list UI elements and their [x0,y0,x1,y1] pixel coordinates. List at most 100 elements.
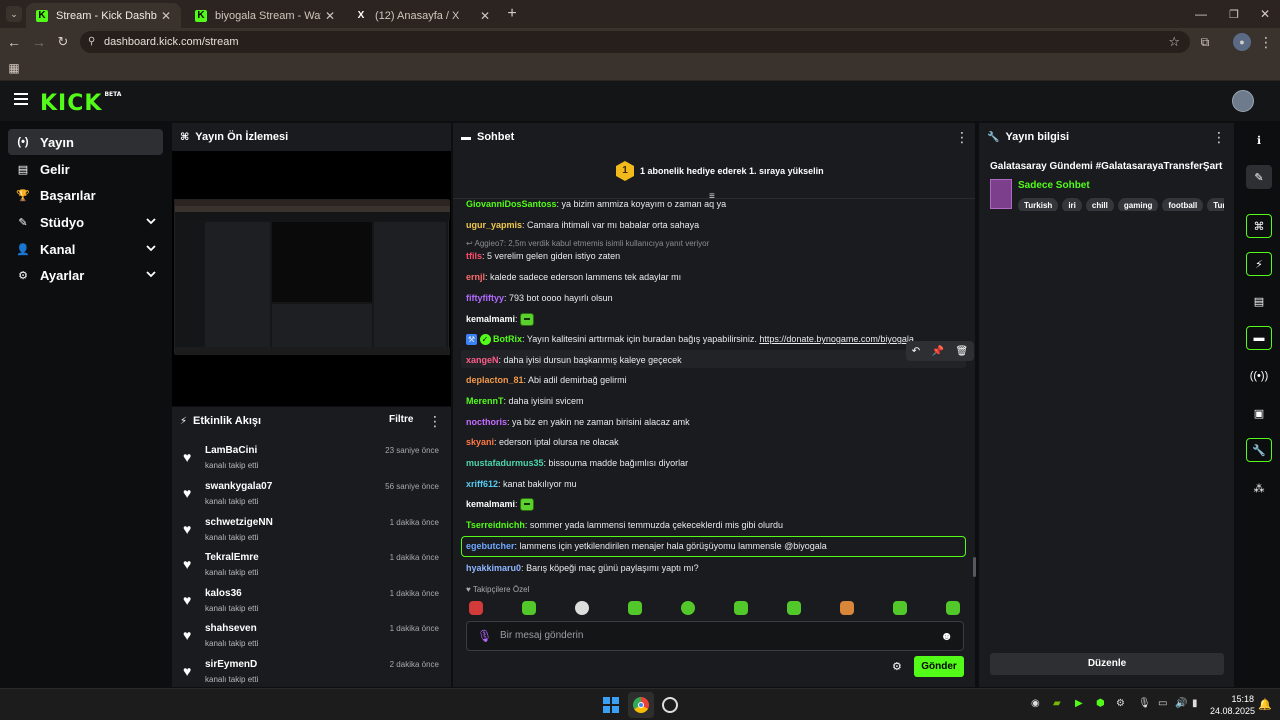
category-name[interactable]: Sadece Sohbet [1018,180,1090,191]
chat-message[interactable]: Tserreidnichh: sommer yada lammensi temm… [466,518,783,532]
emote-icon[interactable] [520,313,535,327]
close-window-icon[interactable]: ✕ [1256,6,1274,22]
shield-tray-icon[interactable]: ⬢ [1096,698,1105,709]
emote-icon[interactable] [628,601,642,615]
pin-icon[interactable]: 📌 [932,346,944,357]
tag-chip[interactable]: chill [1085,198,1114,211]
chat-username[interactable]: ugur_yapmis [466,220,522,230]
chat-message[interactable]: ernjl: kalede sadece ederson lammens tek… [466,270,681,284]
chat-toggle-icon[interactable]: ▬ [1246,326,1272,350]
tag-chip[interactable]: iri [1062,198,1082,211]
emoji-picker-icon[interactable]: ☻ [940,629,953,643]
emote-icon[interactable] [840,601,854,615]
restore-icon[interactable]: ❐ [1225,6,1243,22]
chat-message[interactable]: nocthoris: ya biz en yakin ne zaman biri… [466,415,690,429]
tray-app-icon[interactable]: ◉ [1031,698,1040,709]
emote-icon[interactable] [893,601,907,615]
chat-username[interactable]: nocthoris [466,417,507,427]
chat-username[interactable]: GiovanniDosSantoss [466,199,557,209]
chat-username[interactable]: ernjl [466,272,485,282]
chat-username[interactable]: MerennT [466,396,504,406]
volume-icon[interactable]: 🔊 [1175,698,1187,709]
info-icon[interactable]: ℹ [1246,128,1272,152]
emote-icon[interactable] [520,498,535,512]
bookmark-star-icon[interactable]: ☆ [1168,31,1180,53]
user-avatar[interactable] [1232,90,1254,112]
clock[interactable]: 15:18 24.08.2025 [1210,693,1255,717]
microphone-tray-icon[interactable]: 🎙 [1138,698,1151,709]
tag-chip[interactable]: football [1162,198,1204,211]
reply-icon[interactable]: ↶ [912,346,920,357]
chat-message[interactable]: fiftyfiftyy: 793 bot oooo hayırlı olsun [466,291,613,305]
hamburger-menu-icon[interactable] [14,93,28,105]
apps-grid-icon[interactable]: ▦ [7,61,21,75]
chat-message[interactable]: xangeN: daha iyisi dursun başkanmış kale… [466,353,682,367]
chat-username[interactable]: fiftyfiftyy [466,293,504,303]
battery-icon[interactable]: ▮ [1192,698,1198,709]
tab-kick-dashboard[interactable]: K Stream - Kick Dashboard ✕ [26,3,181,28]
activity-event[interactable]: ♥ shahseven kanalı takip etti 1 dakika ö… [172,619,449,655]
chat-message[interactable]: kemalmami: [466,497,535,512]
kick-tray-icon[interactable]: ▶ [1075,698,1083,709]
emote-icon[interactable] [522,601,536,615]
sidebar-item-kanal[interactable]: 👤 Kanal [8,236,163,262]
notification-bell-icon[interactable]: 🔔 [1258,698,1272,711]
sidebar-item-gelir[interactable]: ▤ Gelir [8,156,163,182]
stream-info-toggle-icon[interactable]: 🔧 [1246,438,1272,462]
start-button-icon[interactable] [603,697,619,713]
gift-banner[interactable]: 1 1 abonelik hediye ederek 1. sıraya yük… [453,151,975,202]
sidebar-item-yayin[interactable]: (•) Yayın [8,129,163,155]
forward-icon[interactable]: → [31,34,47,50]
preview-toggle-icon[interactable]: ⌘ [1246,214,1272,238]
activity-event[interactable]: ♥ schwetzigeNN kanalı takip etti 1 dakik… [172,513,449,549]
filter-button[interactable]: Filtre [389,414,413,425]
nvidia-tray-icon[interactable]: ▰ [1053,698,1061,709]
delete-icon[interactable]: 🗑 [956,346,969,357]
category-thumbnail[interactable] [990,179,1012,209]
profile-avatar-icon[interactable]: ● [1233,33,1251,51]
chat-username[interactable]: mustafadurmus35 [466,458,544,468]
obs-taskbar-icon[interactable] [662,697,678,713]
reload-icon[interactable]: ↻ [55,34,71,50]
activity-event[interactable]: ♥ kalos36 kanalı takip etti 1 dakika önc… [172,584,449,620]
chat-username[interactable]: BotRix [493,334,522,344]
chat-username[interactable]: hyakkimaru0 [466,563,521,573]
browser-menu-icon[interactable]: ⋮ [1259,34,1273,50]
activity-event[interactable]: ♥ sirEymenD kanalı takip etti 2 dakika ö… [172,655,449,691]
close-tab-icon[interactable]: ✕ [476,9,494,23]
tab-biyogala-stream[interactable]: K biyogala Stream - Watch Live o ✕ [185,3,345,28]
chat-menu-icon[interactable]: ⋮ [955,129,969,145]
emote-icon[interactable] [469,601,483,615]
stream-preview-player[interactable] [172,151,451,406]
chat-username[interactable]: deplacton_81 [466,375,524,385]
chat-username[interactable]: skyani [466,437,494,447]
close-tab-icon[interactable]: ✕ [321,9,339,23]
tab-x-home[interactable]: X (12) Anasayfa / X ✕ [345,3,500,28]
chat-message[interactable]: kemalmami: [466,312,535,327]
kick-logo[interactable]: KICK BETA [40,91,121,116]
back-icon[interactable]: ← [6,34,22,50]
sidebar-item-ayarlar[interactable]: ⚙ Ayarlar [8,262,163,288]
chat-username[interactable]: Tserreidnichh [466,520,525,530]
emote-icon[interactable] [787,601,801,615]
layout-icon[interactable]: ▣ [1246,401,1272,425]
close-tab-icon[interactable]: ✕ [157,9,175,23]
chat-message[interactable]: tfils: 5 verelim gelen giden istiyo zate… [466,249,620,263]
sidebar-item-studyo[interactable]: ✎ Stüdyo [8,209,163,235]
new-tab-icon[interactable]: + [504,5,520,22]
chat-username[interactable]: xangeN [466,355,499,365]
chat-message[interactable]: xriff612: kanat bakılıyor mu [466,477,577,491]
emote-icon[interactable] [734,601,748,615]
chat-message-bot[interactable]: ⚒ ✓ BotRix: Yayın kalitesini arttırmak i… [466,332,914,346]
more-widgets-icon[interactable]: ⁂ [1246,476,1272,500]
site-info-icon[interactable]: ⚲ [88,31,95,53]
notes-icon[interactable]: ▤ [1246,289,1272,313]
sidebar-item-basarilar[interactable]: 🏆 Başarılar [8,182,163,208]
chat-message[interactable]: MerennT: daha iyisini svicem [466,394,584,408]
steam-tray-icon[interactable]: ⚙ [1116,698,1125,709]
chat-message[interactable]: ugur_yapmis: Camara ihtimali var mı baba… [466,218,699,232]
address-bar[interactable]: ⚲ dashboard.kick.com/stream ☆ [80,31,1190,53]
chat-input-box[interactable]: 🎙 Bir mesaj gönderin ☻ [466,621,964,651]
chat-username[interactable]: kemalmami [466,314,515,324]
tag-chip[interactable]: Turkish [1018,198,1059,211]
